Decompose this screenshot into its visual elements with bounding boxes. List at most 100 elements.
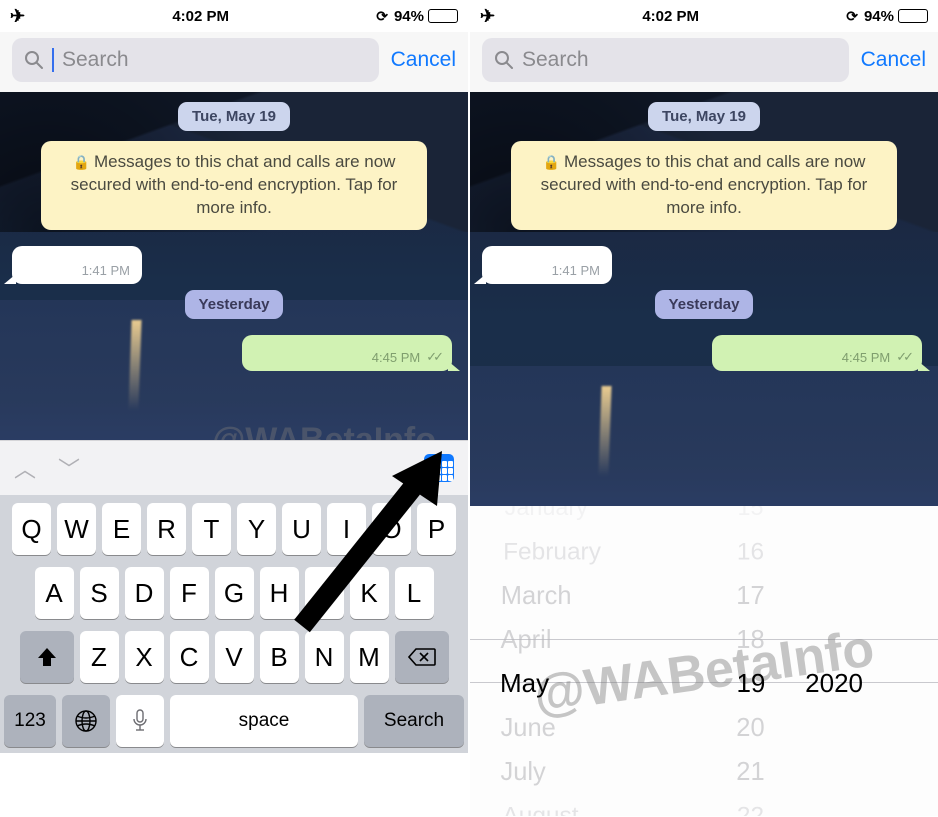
key-h[interactable]: H (260, 567, 299, 619)
picker-option[interactable] (805, 794, 812, 816)
picker-option[interactable]: August (502, 794, 578, 816)
search-input[interactable]: Search (12, 38, 379, 82)
picker-year-column[interactable]: 2020 (795, 506, 938, 816)
picker-option[interactable]: February (503, 530, 601, 571)
picker-option[interactable]: June (501, 705, 556, 748)
picker-option[interactable] (805, 617, 812, 660)
picker-option[interactable]: 18 (737, 617, 765, 660)
chevron-down-icon[interactable]: ﹀ (58, 452, 80, 484)
phone-screenshot-left: ✈ 4:02 PM ⟳ 94% Search Cancel Tue, May 1… (0, 0, 468, 817)
search-icon (494, 50, 514, 70)
battery-percent: 94% (864, 8, 894, 25)
encryption-notice[interactable]: 🔒Messages to this chat and calls are now… (511, 141, 897, 230)
picker-option-selected[interactable]: May (500, 661, 549, 705)
key-q[interactable]: Q (12, 503, 51, 555)
chat-area[interactable]: Tue, May 19 🔒Messages to this chat and c… (470, 92, 938, 506)
status-bar: ✈ 4:02 PM ⟳ 94% (0, 0, 468, 32)
picker-option[interactable]: 17 (737, 573, 765, 616)
picker-option[interactable]: January (505, 506, 588, 527)
globe-key[interactable] (62, 695, 110, 747)
orientation-lock-icon: ⟳ (376, 8, 388, 25)
status-bar: ✈ 4:02 PM ⟳ 94% (470, 0, 938, 32)
key-m[interactable]: M (350, 631, 389, 683)
orientation-lock-icon: ⟳ (846, 8, 858, 25)
key-u[interactable]: U (282, 503, 321, 555)
key-w[interactable]: W (57, 503, 96, 555)
chat-area[interactable]: Tue, May 19 🔒Messages to this chat and c… (0, 92, 468, 440)
picker-option[interactable]: April (501, 617, 552, 660)
search-header: Search Cancel (0, 32, 468, 92)
keyboard-accessory-bar: ︿ ﹀ (0, 440, 468, 495)
key-t[interactable]: T (192, 503, 231, 555)
picker-option-selected[interactable]: 19 (736, 661, 765, 705)
status-time: 4:02 PM (172, 8, 229, 25)
key-f[interactable]: F (170, 567, 209, 619)
key-r[interactable]: R (147, 503, 186, 555)
key-k[interactable]: K (350, 567, 389, 619)
picker-option-selected[interactable]: 2020 (805, 661, 863, 705)
calendar-icon[interactable] (424, 454, 454, 482)
airplane-mode-icon: ✈ (10, 6, 25, 27)
outgoing-message-bubble[interactable]: 4:45 PM ✓✓ (712, 335, 922, 371)
read-receipt-icon: ✓✓ (426, 349, 440, 365)
lock-icon: 🔒 (543, 154, 560, 170)
phone-screenshot-right: ✈ 4:02 PM ⟳ 94% Search Cancel Tue, May 1… (470, 0, 938, 817)
picker-option[interactable] (805, 749, 812, 792)
key-n[interactable]: N (305, 631, 344, 683)
key-i[interactable]: I (327, 503, 366, 555)
picker-option[interactable]: 21 (737, 749, 765, 792)
key-g[interactable]: G (215, 567, 254, 619)
picker-month-column[interactable]: January February March April May June Ju… (470, 506, 707, 816)
outgoing-message-bubble[interactable]: 4:45 PM ✓✓ (242, 335, 452, 371)
key-o[interactable]: O (372, 503, 411, 555)
key-p[interactable]: P (417, 503, 456, 555)
picker-option[interactable]: 15 (738, 506, 764, 527)
key-v[interactable]: V (215, 631, 254, 683)
picker-option[interactable]: 20 (737, 705, 765, 748)
space-key[interactable]: space (170, 695, 358, 747)
picker-option[interactable]: 22 (737, 794, 764, 816)
incoming-message-bubble[interactable]: 1:41 PM (482, 246, 612, 284)
key-x[interactable]: X (125, 631, 164, 683)
picker-option[interactable]: 16 (737, 530, 764, 571)
date-header-pill-yesterday: Yesterday (655, 290, 754, 319)
key-a[interactable]: A (35, 567, 74, 619)
encryption-notice[interactable]: 🔒Messages to this chat and calls are now… (41, 141, 427, 230)
cancel-button[interactable]: Cancel (861, 48, 926, 72)
incoming-message-bubble[interactable]: 1:41 PM (12, 246, 142, 284)
key-l[interactable]: L (395, 567, 434, 619)
dictation-key[interactable] (116, 695, 164, 747)
keyboard-row-1: QWERTYUIOP (4, 503, 464, 555)
text-caret (52, 48, 54, 72)
key-y[interactable]: Y (237, 503, 276, 555)
date-picker[interactable]: @WABetaInfo January February March April… (470, 506, 938, 816)
key-b[interactable]: B (260, 631, 299, 683)
read-receipt-icon: ✓✓ (896, 349, 910, 365)
message-time: 1:41 PM (82, 263, 130, 278)
shift-key[interactable] (20, 631, 74, 683)
picker-option[interactable] (806, 506, 813, 527)
keyboard-search-key[interactable]: Search (364, 695, 464, 747)
backspace-key[interactable] (395, 631, 449, 683)
keyboard-row-3: ZXCVBNM (4, 631, 464, 683)
picker-option[interactable] (805, 573, 812, 616)
key-z[interactable]: Z (80, 631, 119, 683)
picker-day-column[interactable]: 15 16 17 18 19 20 21 22 (707, 506, 796, 816)
numbers-key[interactable]: 123 (4, 695, 56, 747)
keyboard-row-2: ASDFGHJKL (4, 567, 464, 619)
picker-option[interactable]: March (501, 573, 572, 616)
cancel-button[interactable]: Cancel (391, 48, 456, 72)
key-c[interactable]: C (170, 631, 209, 683)
picker-option[interactable] (805, 530, 812, 571)
picker-option[interactable]: July (500, 749, 545, 792)
search-header: Search Cancel (470, 32, 938, 92)
status-time: 4:02 PM (642, 8, 699, 25)
key-d[interactable]: D (125, 567, 164, 619)
key-j[interactable]: J (305, 567, 344, 619)
key-s[interactable]: S (80, 567, 119, 619)
search-placeholder: Search (62, 48, 129, 72)
picker-option[interactable] (805, 705, 812, 748)
key-e[interactable]: E (102, 503, 141, 555)
chevron-up-icon[interactable]: ︿ (14, 452, 36, 484)
search-input[interactable]: Search (482, 38, 849, 82)
